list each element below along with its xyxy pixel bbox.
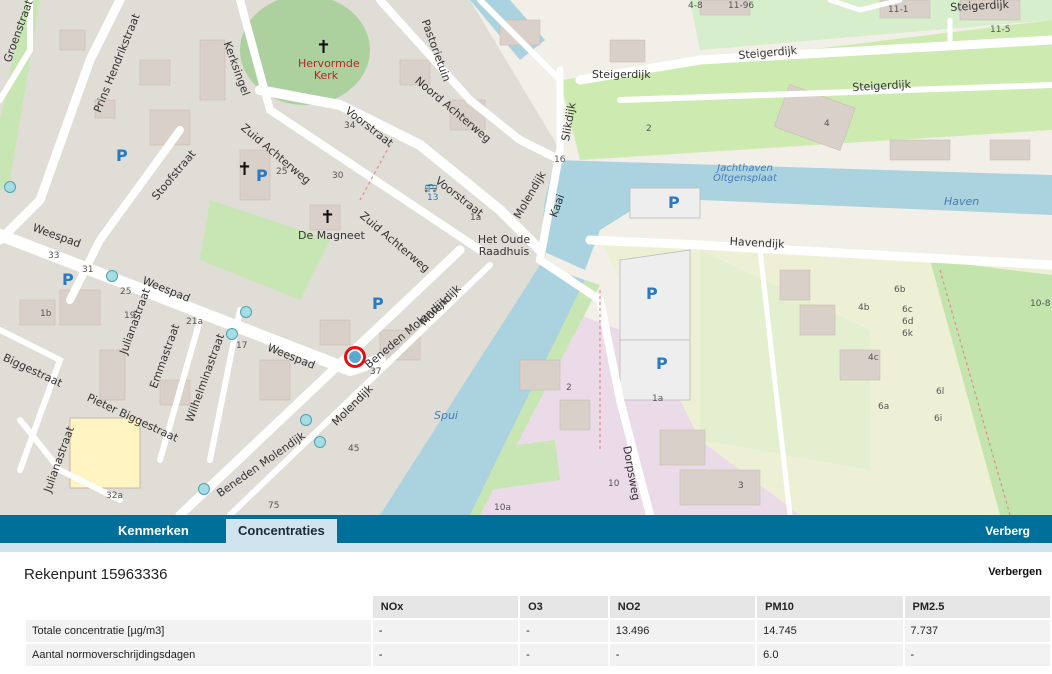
row-label: Totale concentratie [µg/m3] (26, 620, 371, 642)
point-title: Rekenpunt 15963336 (24, 566, 168, 583)
house-number: 6k (902, 329, 913, 339)
street-label: Steigerdijk (949, 0, 1010, 14)
house-number: 6c (902, 305, 913, 315)
house-number: 4-8 (688, 1, 703, 11)
house-number: 4c (868, 353, 879, 363)
tab-underline (0, 543, 1052, 552)
selected-point-marker[interactable] (344, 346, 366, 368)
house-number: 11-5 (990, 25, 1011, 35)
house-number: 1a (652, 394, 664, 404)
table-cell: - (372, 620, 519, 642)
table-cell: 6.0 (757, 644, 903, 666)
house-number: 6b (894, 285, 906, 295)
table-cell: - (904, 644, 1050, 666)
house-number: 10-8 (1030, 299, 1051, 309)
house-number: 2 (646, 124, 652, 134)
bus-stop-icon: 🚌 (424, 180, 438, 193)
table-cell: - (520, 644, 608, 666)
parking-icon: P (62, 270, 74, 289)
house-number: 6d (902, 317, 914, 327)
house-number: 75 (268, 501, 280, 511)
house-number: 45 (348, 444, 360, 454)
house-number: 10 (608, 479, 620, 489)
house-number: 16 (554, 155, 566, 165)
house-number: 25 (120, 287, 132, 297)
house-number: 4b (858, 303, 870, 313)
collapse-button[interactable]: Verbergen (988, 566, 1042, 578)
header-blank-cell (26, 596, 371, 618)
table-header-row: NOx O3 NO2 PM10 PM2.5 (26, 596, 1050, 618)
house-number: 6l (936, 387, 945, 397)
parking-icon: P (646, 284, 658, 303)
house-number: 33 (48, 251, 60, 261)
house-number: 34 (344, 121, 356, 131)
calculation-point-icon[interactable] (226, 328, 238, 340)
house-number: 1a (470, 213, 482, 223)
house-number: 31 (82, 265, 94, 275)
house-number: 11-96 (728, 1, 755, 11)
table-row: Totale concentratie [µg/m3] - - 13.496 1… (26, 620, 1050, 642)
column-header: O3 (520, 596, 608, 618)
tab-kenmerken[interactable]: Kenmerken (106, 519, 201, 543)
column-header: NOx (372, 596, 519, 618)
hide-panel-button[interactable]: Verberg (985, 519, 1030, 543)
concentration-table: NOx O3 NO2 PM10 PM2.5 Totale concentrati… (24, 594, 1052, 668)
calculation-point-icon[interactable] (240, 306, 252, 318)
calculation-point-icon[interactable] (300, 414, 312, 426)
house-number: 25 (276, 167, 288, 177)
parking-icon: P (668, 193, 680, 212)
house-number: 17 (236, 341, 248, 351)
column-header: NO2 (609, 596, 756, 618)
table-row: Aantal normoverschrijdingsdagen - - - 6.… (26, 644, 1050, 666)
house-number: 19 (124, 311, 136, 321)
table-cell: - (520, 620, 608, 642)
calculation-point-icon[interactable] (198, 483, 210, 495)
parking-icon: P (256, 166, 268, 185)
row-label: Aantal normoverschrijdingsdagen (26, 644, 371, 666)
column-header: PM10 (757, 596, 903, 618)
place-label: Het Oude Raadhuis (477, 233, 531, 258)
calculation-point-icon[interactable] (4, 181, 16, 193)
street-label: Steigerdijk (851, 77, 912, 94)
street-label: Havendijk (729, 235, 785, 251)
parking-icon: P (372, 294, 384, 313)
house-number: 1b (40, 309, 52, 319)
parking-icon: P (116, 146, 128, 165)
parking-icon: P (656, 354, 668, 373)
panel-tab-bar: Kenmerken Concentraties Verberg (0, 515, 1052, 543)
bus-stop-number: 13 (427, 193, 439, 203)
calculation-point-icon[interactable] (106, 270, 118, 282)
house-number: 6i (934, 414, 943, 424)
place-label: Hervormde Kerk (298, 57, 360, 82)
church-icon: ✝ (237, 159, 253, 179)
tab-concentraties[interactable]: Concentraties (226, 519, 337, 543)
table-cell: - (609, 644, 756, 666)
house-number: 3 (738, 481, 744, 491)
house-number: 10a (494, 503, 511, 513)
table-cell: 13.496 (609, 620, 756, 642)
place-label: Spui (434, 409, 458, 422)
table-cell: 7.737 (904, 620, 1050, 642)
place-label: Jachthaven Oltgensplaat (713, 163, 777, 184)
church-icon: ✝ (316, 37, 332, 57)
house-number: 32a (106, 491, 123, 501)
church-icon: ✝ (320, 207, 336, 227)
house-number: 11-1 (888, 5, 909, 15)
house-number: 6a (878, 402, 890, 412)
house-number: 21a (186, 317, 203, 327)
place-label: De Magneet (298, 229, 365, 242)
place-label: Haven (944, 195, 980, 208)
table-cell: - (372, 644, 519, 666)
house-number: 37 (370, 367, 382, 377)
calculation-point-icon[interactable] (314, 436, 326, 448)
table-cell: 14.745 (757, 620, 903, 642)
house-number: 30 (332, 171, 344, 181)
street-label: Steigerdijk (592, 68, 651, 81)
house-number: 2 (566, 383, 572, 393)
house-number: 4 (824, 119, 830, 129)
map-view[interactable]: Prins Hendrikstraat Kerksingel Pastoriet… (0, 0, 1052, 515)
panel-content: Rekenpunt 15963336 Verbergen NOx O3 NO2 … (0, 552, 1052, 674)
column-header: PM2.5 (904, 596, 1050, 618)
